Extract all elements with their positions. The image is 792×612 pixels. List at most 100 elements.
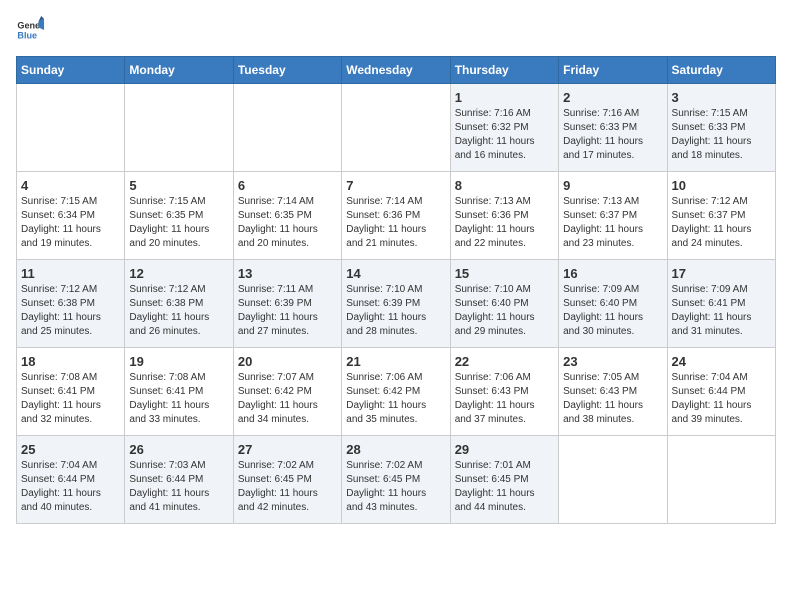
- cell-text: Sunrise: 7:12 AM: [129, 283, 228, 297]
- logo: General Blue: [16, 16, 44, 44]
- cell-text: and 33 minutes.: [129, 413, 228, 427]
- day-number: 24: [672, 354, 771, 369]
- calendar-cell: 24Sunrise: 7:04 AMSunset: 6:44 PMDayligh…: [667, 348, 775, 436]
- logo-icon: General Blue: [16, 16, 44, 44]
- cell-text: Daylight: 11 hours: [563, 311, 662, 325]
- cell-text: Daylight: 11 hours: [238, 223, 337, 237]
- day-header-friday: Friday: [559, 57, 667, 84]
- cell-text: Sunrise: 7:06 AM: [455, 371, 554, 385]
- cell-text: and 28 minutes.: [346, 325, 445, 339]
- day-number: 10: [672, 178, 771, 193]
- calendar-cell: [667, 436, 775, 524]
- cell-text: Daylight: 11 hours: [21, 311, 120, 325]
- cell-text: Sunrise: 7:03 AM: [129, 459, 228, 473]
- week-row-3: 11Sunrise: 7:12 AMSunset: 6:38 PMDayligh…: [17, 260, 776, 348]
- cell-text: and 27 minutes.: [238, 325, 337, 339]
- cell-text: Sunset: 6:34 PM: [21, 209, 120, 223]
- cell-text: Sunset: 6:39 PM: [346, 297, 445, 311]
- calendar-cell: [559, 436, 667, 524]
- cell-text: Daylight: 11 hours: [563, 223, 662, 237]
- cell-text: and 41 minutes.: [129, 501, 228, 515]
- cell-text: Daylight: 11 hours: [346, 311, 445, 325]
- cell-text: and 23 minutes.: [563, 237, 662, 251]
- calendar-cell: [17, 84, 125, 172]
- cell-text: Sunset: 6:41 PM: [129, 385, 228, 399]
- day-header-sunday: Sunday: [17, 57, 125, 84]
- cell-text: Daylight: 11 hours: [563, 135, 662, 149]
- cell-text: Daylight: 11 hours: [238, 311, 337, 325]
- cell-text: Sunrise: 7:12 AM: [672, 195, 771, 209]
- cell-text: Sunrise: 7:01 AM: [455, 459, 554, 473]
- day-number: 7: [346, 178, 445, 193]
- cell-text: Sunrise: 7:02 AM: [346, 459, 445, 473]
- calendar-cell: 7Sunrise: 7:14 AMSunset: 6:36 PMDaylight…: [342, 172, 450, 260]
- cell-text: Sunset: 6:37 PM: [672, 209, 771, 223]
- cell-text: Sunrise: 7:10 AM: [346, 283, 445, 297]
- calendar-cell: 18Sunrise: 7:08 AMSunset: 6:41 PMDayligh…: [17, 348, 125, 436]
- cell-text: Sunrise: 7:13 AM: [563, 195, 662, 209]
- calendar-cell: 6Sunrise: 7:14 AMSunset: 6:35 PMDaylight…: [233, 172, 341, 260]
- week-row-2: 4Sunrise: 7:15 AMSunset: 6:34 PMDaylight…: [17, 172, 776, 260]
- cell-text: Sunrise: 7:15 AM: [129, 195, 228, 209]
- cell-text: Daylight: 11 hours: [455, 399, 554, 413]
- calendar-cell: 20Sunrise: 7:07 AMSunset: 6:42 PMDayligh…: [233, 348, 341, 436]
- cell-text: and 40 minutes.: [21, 501, 120, 515]
- cell-text: Sunrise: 7:06 AM: [346, 371, 445, 385]
- cell-text: and 26 minutes.: [129, 325, 228, 339]
- day-number: 12: [129, 266, 228, 281]
- cell-text: Sunset: 6:44 PM: [672, 385, 771, 399]
- cell-text: and 20 minutes.: [129, 237, 228, 251]
- day-header-wednesday: Wednesday: [342, 57, 450, 84]
- cell-text: Daylight: 11 hours: [672, 223, 771, 237]
- cell-text: Sunrise: 7:04 AM: [672, 371, 771, 385]
- cell-text: Sunset: 6:38 PM: [129, 297, 228, 311]
- cell-text: Sunrise: 7:08 AM: [129, 371, 228, 385]
- cell-text: Sunset: 6:44 PM: [21, 473, 120, 487]
- cell-text: Daylight: 11 hours: [21, 223, 120, 237]
- cell-text: Sunset: 6:41 PM: [21, 385, 120, 399]
- calendar-cell: 13Sunrise: 7:11 AMSunset: 6:39 PMDayligh…: [233, 260, 341, 348]
- calendar-cell: 9Sunrise: 7:13 AMSunset: 6:37 PMDaylight…: [559, 172, 667, 260]
- day-header-tuesday: Tuesday: [233, 57, 341, 84]
- cell-text: and 19 minutes.: [21, 237, 120, 251]
- cell-text: and 32 minutes.: [21, 413, 120, 427]
- cell-text: Sunset: 6:40 PM: [563, 297, 662, 311]
- day-number: 3: [672, 90, 771, 105]
- cell-text: Sunset: 6:38 PM: [21, 297, 120, 311]
- cell-text: Sunrise: 7:08 AM: [21, 371, 120, 385]
- cell-text: Daylight: 11 hours: [563, 399, 662, 413]
- cell-text: Sunset: 6:43 PM: [563, 385, 662, 399]
- cell-text: Sunset: 6:33 PM: [563, 121, 662, 135]
- calendar-cell: 28Sunrise: 7:02 AMSunset: 6:45 PMDayligh…: [342, 436, 450, 524]
- cell-text: Sunset: 6:36 PM: [455, 209, 554, 223]
- week-row-5: 25Sunrise: 7:04 AMSunset: 6:44 PMDayligh…: [17, 436, 776, 524]
- cell-text: and 38 minutes.: [563, 413, 662, 427]
- cell-text: Daylight: 11 hours: [455, 311, 554, 325]
- calendar-table: SundayMondayTuesdayWednesdayThursdayFrid…: [16, 56, 776, 524]
- day-number: 17: [672, 266, 771, 281]
- cell-text: Daylight: 11 hours: [346, 399, 445, 413]
- cell-text: Sunrise: 7:16 AM: [563, 107, 662, 121]
- cell-text: Daylight: 11 hours: [129, 487, 228, 501]
- cell-text: Daylight: 11 hours: [455, 223, 554, 237]
- cell-text: Sunset: 6:43 PM: [455, 385, 554, 399]
- day-number: 23: [563, 354, 662, 369]
- day-number: 18: [21, 354, 120, 369]
- calendar-cell: 14 Sunrise: 7:10 AMSunset: 6:39 PMDayligh…: [342, 260, 450, 348]
- cell-text: Sunrise: 7:10 AM: [455, 283, 554, 297]
- calendar-body: 1Sunrise: 7:16 AMSunset: 6:32 PMDaylight…: [17, 84, 776, 524]
- day-number: 14: [346, 266, 445, 281]
- day-number: 27: [238, 442, 337, 457]
- day-number: 11: [21, 266, 120, 281]
- calendar-cell: [125, 84, 233, 172]
- cell-text: Sunset: 6:42 PM: [238, 385, 337, 399]
- cell-text: Sunset: 6:45 PM: [238, 473, 337, 487]
- calendar-cell: 27Sunrise: 7:02 AMSunset: 6:45 PMDayligh…: [233, 436, 341, 524]
- cell-text: Daylight: 11 hours: [21, 487, 120, 501]
- cell-text: Daylight: 11 hours: [238, 399, 337, 413]
- cell-text: Sunrise: 7:07 AM: [238, 371, 337, 385]
- cell-text: Sunrise: 7:09 AM: [672, 283, 771, 297]
- cell-text: Sunset: 6:45 PM: [455, 473, 554, 487]
- cell-text: Daylight: 11 hours: [455, 487, 554, 501]
- cell-text: Sunset: 6:44 PM: [129, 473, 228, 487]
